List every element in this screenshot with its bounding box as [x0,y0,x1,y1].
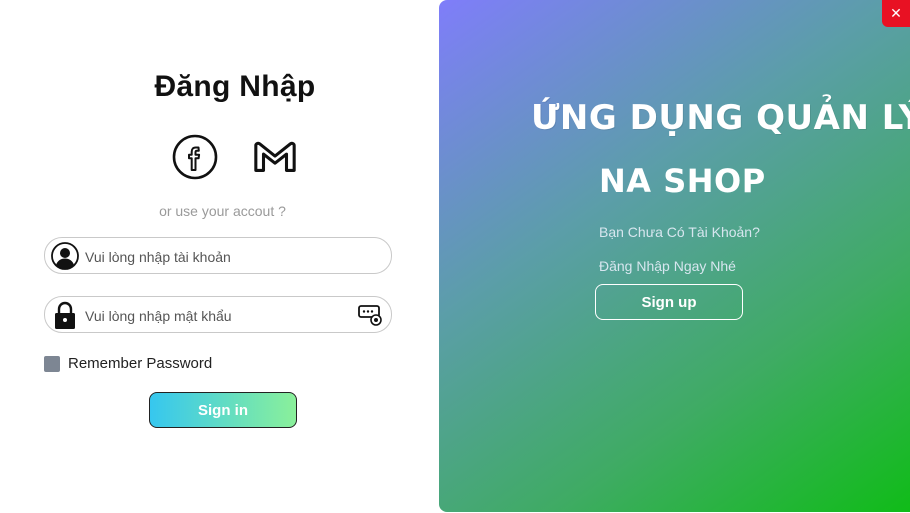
sign-in-button[interactable]: Sign in [149,392,297,428]
facebook-icon[interactable] [172,134,218,180]
social-subtitle: or use your accout ? [159,203,286,219]
password-field[interactable] [44,296,392,334]
password-input[interactable] [83,297,357,334]
brand-title: Ứng Dụng Quản Lý [531,98,910,138]
username-input[interactable] [83,238,357,275]
checkbox-box[interactable] [44,355,60,372]
no-account-text: Bạn Chưa Có Tài Khoản? [599,224,760,240]
close-icon: ✕ [890,5,902,21]
show-password-icon[interactable] [357,303,383,327]
username-field[interactable] [44,237,392,275]
lock-icon [51,300,79,329]
close-window-button[interactable]: ✕ [882,0,910,27]
remember-password-label: Remember Password [68,355,213,372]
promo-panel: Ứng Dụng Quản Lý NA Shop Bạn Chưa Có Tài… [439,0,910,512]
brand-name: NA Shop [599,162,766,200]
login-panel: Đăng Nhập or use your accout ? Vui lòng … [0,0,440,513]
register-prompt-text: Đăng Nhập Ngay Nhé [599,258,736,274]
user-icon [51,242,79,270]
gmail-icon[interactable] [252,134,298,180]
social-login-row [0,134,470,180]
sign-up-button[interactable]: Sign up [595,284,743,320]
page-title: Đăng Nhập [154,70,316,103]
remember-password-checkbox[interactable]: Remember Password [44,355,212,372]
